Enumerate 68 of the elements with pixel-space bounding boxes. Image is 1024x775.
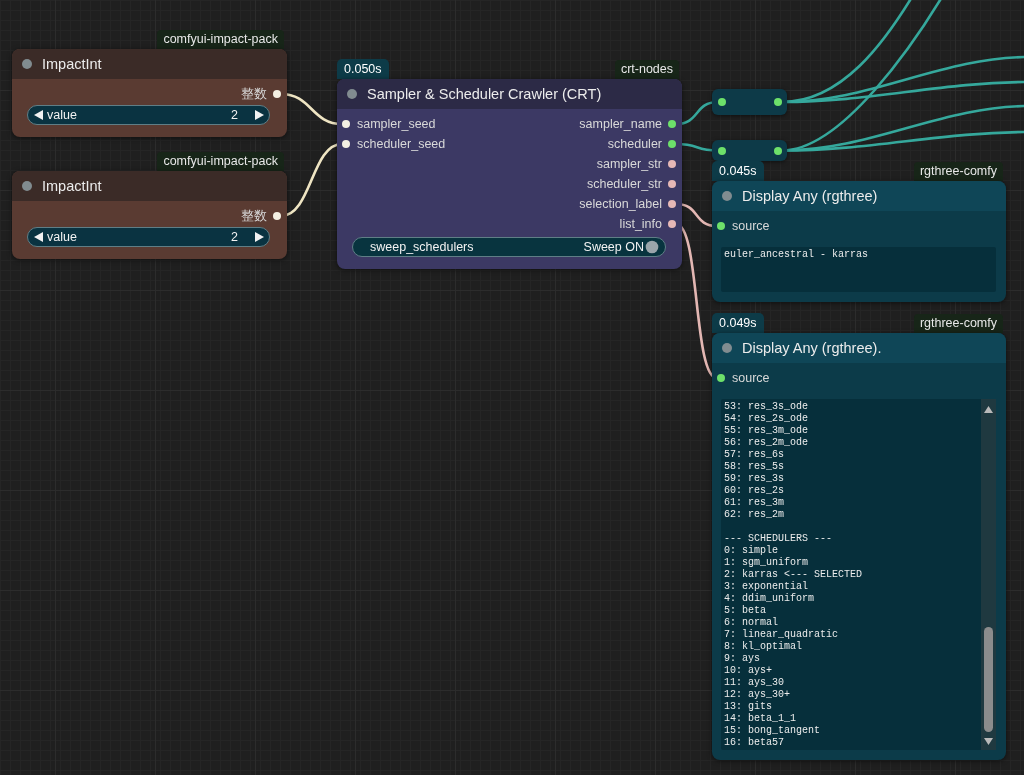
node-source-badge: rgthree-comfy bbox=[913, 162, 1003, 181]
down-triangle-icon[interactable] bbox=[984, 738, 993, 745]
slot-label: selection_label bbox=[579, 197, 662, 211]
left-triangle-icon[interactable] bbox=[34, 110, 43, 120]
slot-label: source bbox=[732, 219, 770, 233]
slot-dot-icon[interactable] bbox=[668, 200, 676, 208]
slot-dot-icon[interactable] bbox=[668, 160, 676, 168]
display-text: euler_ancestral - karras bbox=[724, 249, 869, 261]
widget-value: 2 bbox=[231, 230, 238, 244]
widget-value: Sweep ON bbox=[583, 240, 644, 254]
node-source-badge: rgthree-comfy bbox=[913, 314, 1003, 333]
title-dot-icon[interactable] bbox=[22, 59, 32, 69]
up-triangle-icon[interactable] bbox=[984, 406, 993, 413]
title-dot-icon[interactable] bbox=[722, 191, 732, 201]
widget-label: sweep_schedulers bbox=[370, 240, 474, 254]
slot-dot-icon[interactable] bbox=[717, 374, 725, 382]
slot-label: scheduler_seed bbox=[357, 137, 446, 151]
display-text: 53: res_3s_ode 54: res_2s_ode 55: res_3m_ode 56: res_2m_ode 57: res_6s 58: res_5s 59: res_3s 60: res_2s 61: res_3m 62: res_2m --- SCHEDULERS --- 0: simple 1: sgm_uniform 2: karras <--- SELECTED 3: exponential 4: ddim_uniform 5: beta 6: normal 7: linear_quadratic 8: kl_optimal 9: ays 10: ays+ 11: ays_30 12: ays_30+ 13: gits 14: beta_1_1 15: bong_tangent 16: beta57 bbox=[724, 401, 863, 749]
node-title: ImpactInt bbox=[42, 178, 102, 194]
text-area[interactable]: euler_ancestral - karras bbox=[721, 247, 996, 292]
slot-dot-icon[interactable] bbox=[342, 140, 350, 148]
slot-dot-icon[interactable] bbox=[718, 98, 726, 106]
slot-label: scheduler_str bbox=[586, 177, 662, 191]
slot-dot-icon[interactable] bbox=[717, 222, 725, 230]
slot-dot-icon[interactable] bbox=[668, 180, 676, 188]
right-triangle-icon[interactable] bbox=[255, 110, 264, 120]
toggle-knob-icon[interactable] bbox=[645, 240, 659, 254]
slot-label: sampler_str bbox=[596, 157, 662, 171]
node-source-badge: comfyui-impact-pack bbox=[157, 152, 284, 171]
node-title: ImpactInt bbox=[42, 56, 102, 72]
slot-dot-icon[interactable] bbox=[774, 98, 782, 106]
slot-dot-icon[interactable] bbox=[718, 146, 726, 155]
slot-dot-icon[interactable] bbox=[668, 140, 676, 148]
slot-label: sampler_seed bbox=[357, 117, 436, 131]
left-triangle-icon[interactable] bbox=[34, 232, 43, 242]
slot-dot-icon[interactable] bbox=[273, 90, 281, 98]
number-widget[interactable]: value 2 bbox=[27, 105, 270, 125]
widget-label: value bbox=[47, 108, 77, 122]
node-title: Display Any (rgthree) bbox=[742, 188, 878, 204]
slot-label: 整数 bbox=[241, 207, 267, 225]
slot-dot-icon[interactable] bbox=[668, 120, 676, 128]
right-triangle-icon[interactable] bbox=[255, 232, 264, 242]
execution-time-badge: 0.045s bbox=[712, 161, 764, 181]
slot-dot-icon[interactable] bbox=[774, 146, 782, 155]
node-title: Display Any (rgthree). bbox=[742, 340, 882, 356]
execution-time-badge: 0.050s bbox=[337, 59, 389, 79]
text-area[interactable] bbox=[721, 399, 996, 750]
scrollbar-thumb[interactable] bbox=[984, 627, 993, 732]
widget-label: value bbox=[47, 230, 77, 244]
title-dot-icon[interactable] bbox=[347, 89, 357, 99]
title-dot-icon[interactable] bbox=[22, 181, 32, 191]
execution-time-badge: 0.049s bbox=[712, 313, 764, 333]
node-title: Sampler & Scheduler Crawler (CRT) bbox=[367, 86, 602, 102]
slot-dot-icon[interactable] bbox=[273, 212, 281, 220]
node-source-badge: crt-nodes bbox=[614, 60, 679, 79]
number-widget[interactable]: value 2 bbox=[27, 227, 270, 247]
toggle-widget[interactable]: sweep_schedulers Sweep ON bbox=[352, 237, 666, 257]
slot-label: scheduler bbox=[607, 137, 662, 151]
widget-value: 2 bbox=[231, 108, 238, 122]
title-dot-icon[interactable] bbox=[722, 343, 732, 353]
scrollbar[interactable] bbox=[981, 399, 996, 750]
slot-dot-icon[interactable] bbox=[668, 220, 676, 228]
slot-label: sampler_name bbox=[579, 117, 662, 131]
node-source-badge: comfyui-impact-pack bbox=[157, 30, 284, 49]
slot-label: 整数 bbox=[241, 85, 267, 103]
slot-label: source bbox=[732, 371, 770, 385]
slot-label: list_info bbox=[619, 217, 662, 231]
slot-dot-icon[interactable] bbox=[342, 120, 350, 128]
